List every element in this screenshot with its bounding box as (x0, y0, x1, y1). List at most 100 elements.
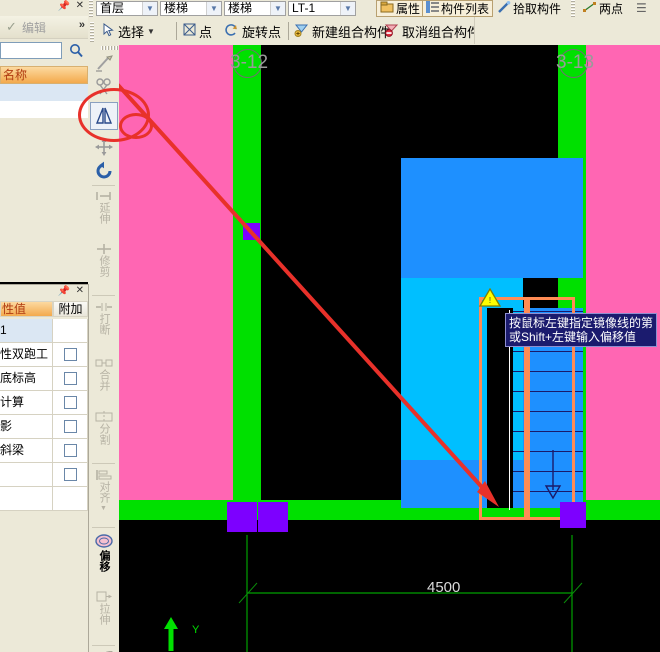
chevron-down-icon[interactable]: ▼ (206, 2, 221, 15)
property-checkbox[interactable] (63, 348, 77, 361)
property-value-header: 性值 (0, 301, 53, 317)
property-label: 1 (0, 319, 53, 343)
property-label: 性双跑工 (0, 343, 53, 367)
brush-tool[interactable] (88, 53, 119, 75)
align-tool[interactable]: 对齐 ▼ (88, 469, 119, 525)
two-point-icon (583, 1, 597, 17)
search-input[interactable] (0, 42, 62, 59)
align-icon (95, 470, 111, 480)
component-combo[interactable]: LT-1 ▼ (288, 1, 356, 16)
trim-tool[interactable]: 修剪 (88, 243, 119, 293)
rotate-point-tool-button[interactable]: 旋转点 (222, 20, 284, 42)
drawing-canvas[interactable]: ! 3-12 3-13 4500 Y 按鼠标左键指定镜像线的第 或Shift+左… (119, 45, 660, 652)
properties-header-row: 性值 附加 (0, 301, 88, 317)
list-empty-area (0, 118, 88, 282)
properties-titlebar: 📌 ✕ (0, 285, 88, 300)
list-item[interactable] (0, 84, 88, 102)
toolbar-filler (474, 17, 660, 44)
property-extra-cell (53, 415, 88, 439)
floor-combo[interactable]: 首层 ▼ (96, 1, 158, 16)
property-checkbox[interactable] (63, 420, 77, 433)
toolbar-grip[interactable] (571, 0, 575, 18)
property-row[interactable] (0, 487, 88, 511)
property-label: 底标高 (0, 367, 53, 391)
chevron-down-icon[interactable]: ▼ (142, 2, 157, 15)
merge-icon (95, 359, 112, 367)
property-extra-cell (53, 367, 88, 391)
pin-icon[interactable]: 📌 (58, 286, 70, 297)
offset-icon (94, 534, 113, 548)
property-row[interactable]: 1 (0, 319, 88, 343)
list-icon (426, 1, 439, 16)
toolbar-grip[interactable] (90, 22, 94, 42)
close-icon[interactable]: ✕ (76, 285, 84, 296)
property-checkbox[interactable] (63, 396, 77, 409)
grid-icon[interactable]: ☰ (636, 1, 647, 15)
chevron-down-icon[interactable]: ▼ (100, 503, 107, 514)
property-extra-cell (53, 463, 88, 487)
merge-tool[interactable]: 合并 (88, 357, 119, 407)
property-row[interactable]: 计算 (0, 391, 88, 415)
category-combo[interactable]: 楼梯 ▼ (160, 1, 222, 16)
component-type-combo[interactable]: 楼梯 ▼ (224, 1, 286, 16)
cursor-icon (103, 22, 115, 40)
break-tool[interactable]: 打断 (88, 301, 119, 351)
new-group-icon (294, 23, 309, 40)
list-item[interactable] (0, 101, 88, 119)
point-tool-button[interactable]: 点 (180, 20, 215, 42)
annotation-ellipse-small (119, 113, 153, 139)
extend-icon (95, 192, 111, 200)
property-label (0, 463, 53, 487)
new-composite-component-button[interactable]: 新建组合构件 (291, 20, 393, 42)
component-list-button[interactable]: 构件列表 (422, 0, 494, 17)
property-row[interactable]: 斜梁 (0, 439, 88, 463)
edit-toolbar: ✓ 编辑 » (0, 16, 88, 39)
property-checkbox[interactable] (63, 372, 77, 385)
property-row[interactable]: 影 (0, 415, 88, 439)
property-extra-header: 附加 (53, 301, 88, 317)
list-column-header: 名称 (0, 66, 88, 84)
offset-tool[interactable]: 偏移 (88, 532, 119, 584)
search-icon[interactable] (66, 41, 87, 60)
properties-button[interactable]: 属性 (376, 0, 425, 17)
pin-icon[interactable]: 📌 (58, 1, 70, 12)
trim-icon (96, 244, 111, 254)
break-icon (95, 303, 112, 311)
property-row[interactable] (0, 463, 88, 487)
property-checkbox[interactable] (63, 468, 77, 481)
property-extra-cell (53, 439, 88, 463)
chevron-down-icon[interactable]: ▼ (340, 2, 355, 15)
property-checkbox[interactable] (63, 444, 77, 457)
merge-label: 合并 (98, 369, 110, 391)
trim-label: 修剪 (98, 255, 110, 277)
edit-label: 编辑 (22, 21, 47, 35)
extend-tool[interactable]: 延伸 (88, 190, 119, 240)
chevron-down-icon[interactable]: ▼ (270, 2, 285, 15)
component-list-panel: 📌 ✕ ✓ 编辑 » 名称 (0, 0, 89, 282)
break-label: 打断 (98, 313, 110, 335)
property-row[interactable]: 底标高 (0, 367, 88, 391)
panel-titlebar: 📌 ✕ (0, 0, 88, 14)
properties-icon (380, 1, 394, 17)
pick-component-button[interactable]: 拾取构件 (494, 0, 564, 17)
two-point-button[interactable]: 两点 (580, 0, 626, 17)
toolbar-grip[interactable] (101, 46, 119, 50)
rotate-arrow-icon (96, 161, 111, 179)
property-row[interactable]: 性双跑工 (0, 343, 88, 367)
select-tool-button[interactable]: 选择 ▼ (100, 20, 158, 42)
rotate-tool[interactable] (88, 161, 119, 183)
properties-panel: 📌 ✕ 性值 附加 1 性双跑工 底标高 计算影斜梁 (0, 284, 89, 652)
split-tool[interactable]: 分割 (88, 411, 119, 461)
property-label: 斜梁 (0, 439, 53, 463)
close-icon[interactable]: ✕ (76, 0, 84, 11)
chevron-down-icon[interactable]: ▼ (147, 27, 155, 36)
more-icon[interactable]: » (79, 19, 85, 31)
tooltip-line-1: 按鼠标左键指定镜像线的第 (509, 316, 654, 330)
stretch-tool[interactable]: 拉伸 (88, 590, 119, 642)
toolbar-grip[interactable] (89, 0, 93, 18)
stretch-label: 拉伸 (98, 603, 110, 625)
cancel-composite-component-button[interactable]: 取消组合构件 (381, 20, 483, 42)
point-icon (183, 23, 196, 39)
property-extra-cell (53, 487, 88, 511)
stretch-icon (96, 591, 112, 602)
